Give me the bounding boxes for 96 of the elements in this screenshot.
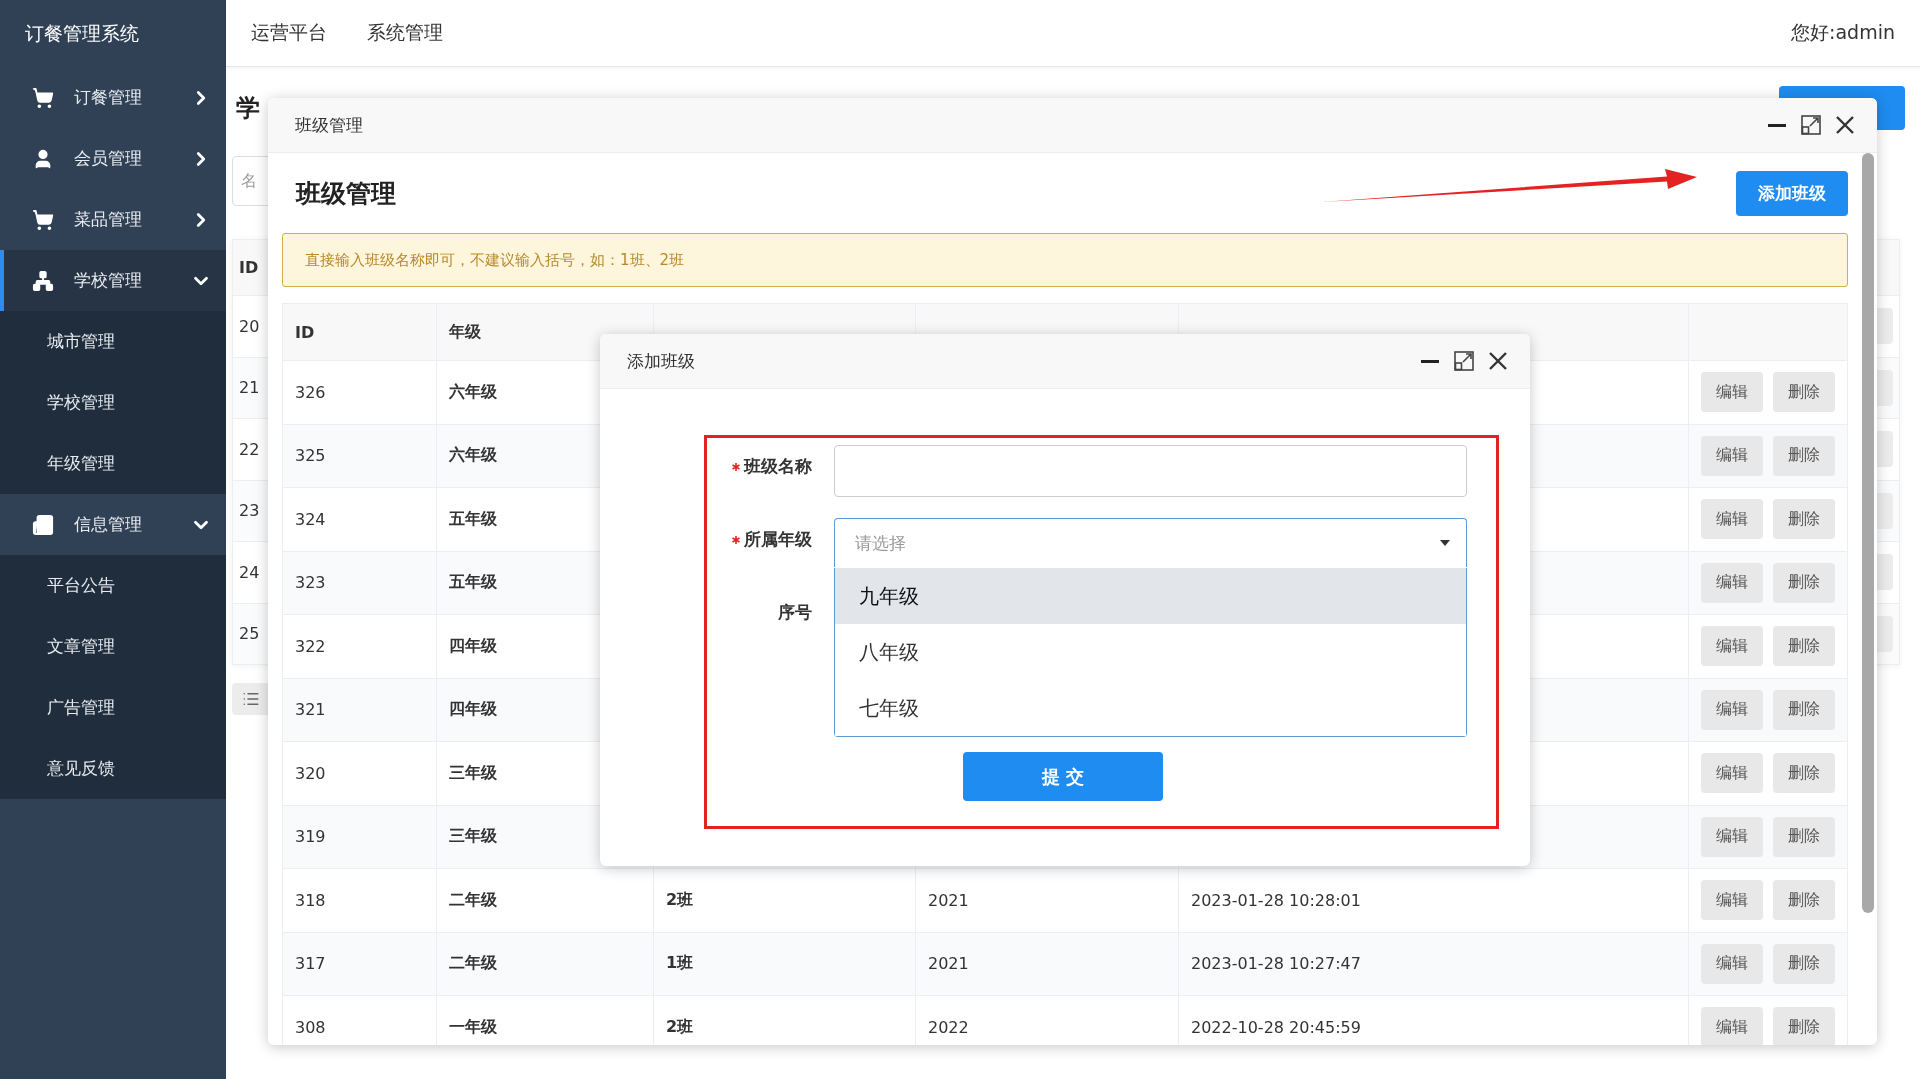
delete-button[interactable]: 删除 (1773, 626, 1835, 667)
table-cell: 21 (239, 378, 260, 398)
table-cell: 2023-01-28 10:28:01 (1191, 890, 1361, 910)
maximize-icon[interactable] (1454, 351, 1474, 371)
table-cell: 一年级 (449, 1016, 497, 1038)
sitemap-icon (32, 269, 54, 292)
table-cell: 2班 (666, 889, 694, 911)
close-icon[interactable] (1835, 115, 1855, 135)
table-cell: 24 (239, 562, 260, 582)
table-cell: 317 (295, 954, 326, 974)
sidebar-menu-item[interactable]: 信息管理 (0, 494, 226, 555)
table-cell: 六年级 (449, 445, 497, 467)
table-cell: 325 (295, 446, 326, 466)
table-cell: 324 (295, 509, 326, 529)
add-class-button[interactable]: 添加班级 (1736, 170, 1848, 216)
page-title: 学 (235, 93, 260, 124)
section-heading: 班级管理 (296, 177, 396, 210)
edit-button[interactable]: 编辑 (1701, 880, 1763, 921)
sidebar-menu-item[interactable]: 会员管理 (0, 128, 226, 189)
sidebar-menu-item[interactable]: 学校管理 (0, 250, 226, 311)
sidebar-submenu-item[interactable]: 文章管理 (0, 616, 226, 677)
table-cell: 六年级 (449, 381, 497, 403)
table-cell: 326 (295, 382, 326, 402)
table-cell: 二年级 (449, 953, 497, 975)
sidebar-submenu-item[interactable]: 学校管理 (0, 372, 226, 433)
table-cell: 1班 (666, 953, 694, 975)
table-cell: 320 (295, 763, 326, 783)
table-cell: 三年级 (449, 762, 497, 784)
table-cell: 四年级 (449, 699, 497, 721)
table-cell: 2021 (928, 890, 969, 910)
dropdown-option[interactable]: 九年级 (835, 568, 1466, 624)
delete-button[interactable]: 删除 (1773, 689, 1835, 730)
table-cell: 20 (239, 316, 260, 336)
delete-button[interactable]: 删除 (1773, 753, 1835, 794)
maximize-icon[interactable] (1801, 115, 1821, 135)
cart-icon (32, 86, 54, 109)
sidebar-menu-item[interactable]: 订餐管理 (0, 67, 226, 128)
delete-button[interactable]: 删除 (1773, 880, 1835, 921)
notice-banner: 直接输入班级名称即可，不建议输入括号，如：1班、2班 (282, 233, 1848, 287)
table-cell: 319 (295, 827, 326, 847)
app-title: 订餐管理系统 (24, 20, 140, 46)
field-label: 班级名称 (744, 455, 812, 478)
edit-button[interactable]: 编辑 (1701, 372, 1763, 413)
edit-button[interactable]: 编辑 (1701, 1007, 1763, 1045)
table-cell: 25 (239, 624, 260, 644)
table-cell: 三年级 (449, 826, 497, 848)
delete-button[interactable]: 删除 (1773, 562, 1835, 603)
table-cell: 2021 (928, 954, 969, 974)
submit-button[interactable]: 提 交 (963, 752, 1163, 801)
table-cell: 318 (295, 890, 326, 910)
field-label: 所属年级 (744, 528, 812, 551)
edit-button[interactable]: 编辑 (1701, 753, 1763, 794)
user-greeting: 您好:admin (1791, 20, 1895, 45)
edit-button[interactable]: 编辑 (1701, 626, 1763, 667)
sidebar-submenu-item[interactable]: 平台公告 (0, 555, 226, 616)
table-cell: 323 (295, 573, 326, 593)
table-cell: 22 (239, 439, 260, 459)
delete-button[interactable]: 删除 (1773, 1007, 1835, 1045)
sidebar-submenu-item[interactable]: 城市管理 (0, 311, 226, 372)
close-icon[interactable] (1488, 351, 1508, 371)
table-cell: 2022-10-28 20:45:59 (1191, 1017, 1361, 1037)
table-cell: 2班 (666, 1016, 694, 1038)
column-header: ID (239, 258, 259, 277)
scrollbar-thumb[interactable] (1862, 153, 1874, 913)
top-nav-link[interactable]: 系统管理 (367, 20, 443, 46)
text-field[interactable] (834, 445, 1467, 497)
edit-button[interactable]: 编辑 (1701, 562, 1763, 603)
dialog-title: 班级管理 (295, 113, 364, 137)
table-cell: 四年级 (449, 635, 497, 657)
sidebar-submenu-item[interactable]: 广告管理 (0, 677, 226, 738)
edit-button[interactable]: 编辑 (1701, 943, 1763, 984)
cart-icon (32, 208, 54, 231)
sidebar-submenu-item[interactable]: 意见反馈 (0, 738, 226, 799)
delete-button[interactable]: 删除 (1773, 435, 1835, 476)
table-cell: 23 (239, 501, 260, 521)
edit-button[interactable]: 编辑 (1701, 499, 1763, 540)
delete-button[interactable]: 删除 (1773, 943, 1835, 984)
sidebar-menu-item[interactable]: 菜品管理 (0, 189, 226, 250)
top-nav-link[interactable]: 运营平台 (251, 20, 327, 46)
edit-button[interactable]: 编辑 (1701, 816, 1763, 857)
table-cell: 2022 (928, 1017, 969, 1037)
edit-button[interactable]: 编辑 (1701, 435, 1763, 476)
table-cell: 308 (295, 1017, 326, 1037)
field-label: 序号 (778, 601, 812, 624)
list-icon (242, 690, 260, 708)
sidebar-submenu-item[interactable]: 年级管理 (0, 433, 226, 494)
delete-button[interactable]: 删除 (1773, 499, 1835, 540)
delete-button[interactable]: 删除 (1773, 816, 1835, 857)
table-cell: 321 (295, 700, 326, 720)
table-cell: 五年级 (449, 508, 497, 530)
table-cell: 2023-01-28 10:27:47 (1191, 954, 1361, 974)
table-cell: 二年级 (449, 889, 497, 911)
edit-button[interactable]: 编辑 (1701, 689, 1763, 730)
delete-button[interactable]: 删除 (1773, 372, 1835, 413)
table-cell: 322 (295, 636, 326, 656)
table-cell: 五年级 (449, 572, 497, 594)
